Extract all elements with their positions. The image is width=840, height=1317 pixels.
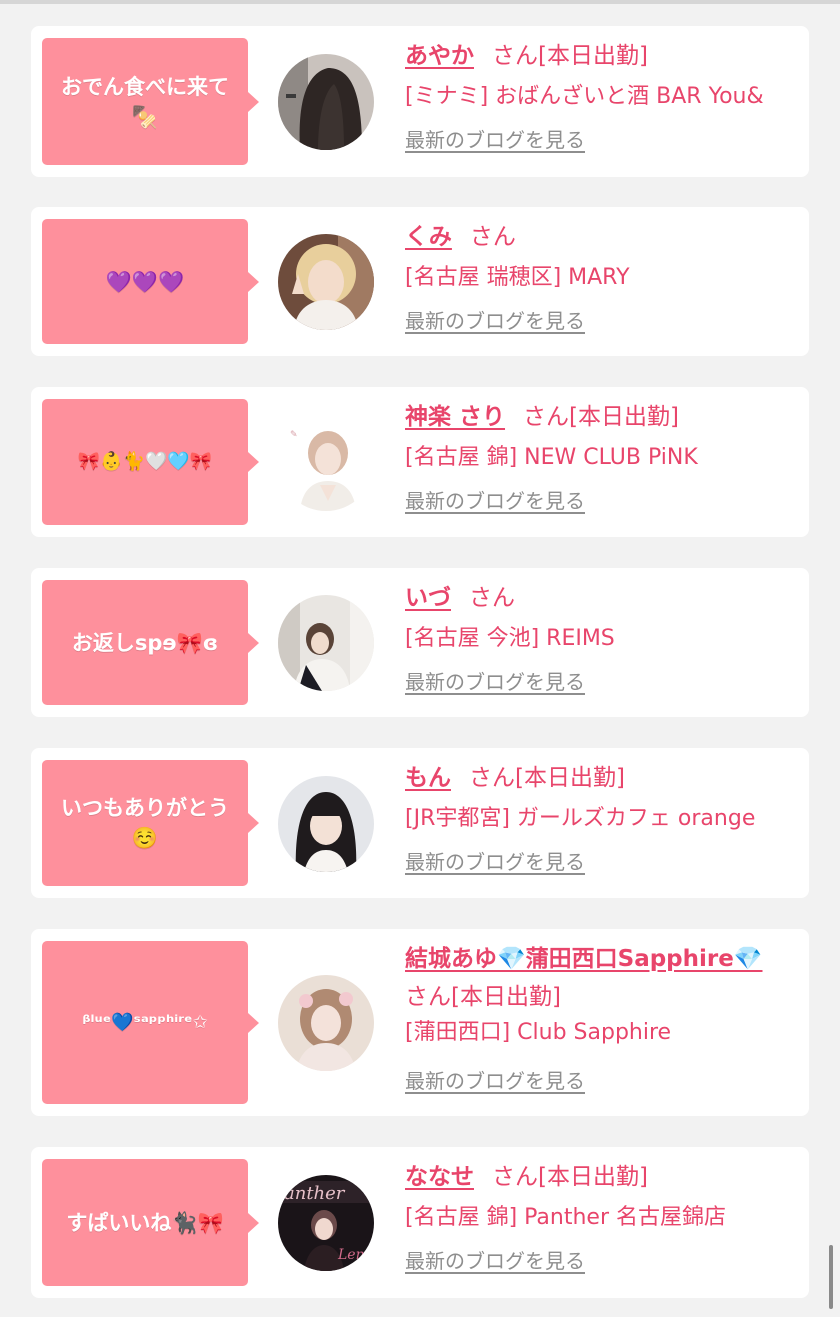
avatar[interactable]: ✎ — [278, 415, 374, 511]
honorific: さん — [405, 984, 451, 1010]
avatar[interactable] — [278, 54, 374, 150]
girl-name-link[interactable]: ななせ — [405, 1164, 474, 1190]
girl-card: 💜💜💜 くみ さん [名古屋 瑞穂区] MARY 最新のブログを見る — [31, 207, 809, 356]
honorific: さん — [492, 43, 538, 69]
avatar[interactable] — [278, 975, 374, 1071]
bubble-text: ᵝˡᵘᵉ💙ˢᵃᵖᵖʰⁱʳᵉ✩ — [82, 1011, 208, 1033]
honorific: さん — [492, 1164, 538, 1190]
top-divider — [0, 0, 840, 4]
latest-blog-link[interactable]: 最新のブログを見る — [405, 1067, 585, 1095]
shop-info: [名古屋 瑞穂区] MARY — [405, 265, 630, 290]
latest-blog-link[interactable]: 最新のブログを見る — [405, 307, 585, 335]
shop-info: [JR宇都宮] ガールズカフェ orange — [405, 806, 756, 831]
status-badge: [本日出勤] — [451, 984, 561, 1010]
girl-card: すぱいいね🐈‍⬛🎀 anther Lem ななせ さん[本日出勤] [名古屋 錦]… — [31, 1147, 809, 1298]
honorific: さん — [523, 404, 570, 430]
message-bubble: 🎀👶🐈🤍🩵🎀 — [42, 399, 259, 525]
scrollbar[interactable] — [829, 1245, 833, 1309]
message-bubble: すぱいいね🐈‍⬛🎀 — [42, 1159, 259, 1286]
bubble-text: すぱいいね🐈‍⬛🎀 — [66, 1210, 224, 1235]
bubble-text: 🎀👶🐈🤍🩵🎀 — [77, 451, 213, 472]
status-badge: [本日出勤] — [538, 1164, 648, 1190]
message-bubble: いつもありがとう ☺️ — [42, 760, 259, 886]
message-bubble: 💜💜💜 — [42, 219, 259, 344]
shop-info: [名古屋 錦] Panther 名古屋錦店 — [405, 1205, 726, 1230]
latest-blog-link[interactable]: 最新のブログを見る — [405, 668, 585, 696]
shop-info: [蒲田西口] Club Sapphire — [405, 1020, 672, 1045]
bubble-text: おでん食べに来て🍢 — [61, 74, 229, 129]
shop-info: [名古屋 今池] REIMS — [405, 626, 615, 651]
girl-name-link[interactable]: いづ — [405, 585, 451, 611]
honorific: さん — [469, 224, 516, 250]
girl-card: いつもありがとう ☺️ もん さん[本日出勤] [JR宇都宮] ガールズカフェ o… — [31, 748, 809, 898]
bubble-emoji: ☺️ — [131, 826, 159, 850]
girl-name-link[interactable]: 神楽 さり — [405, 404, 505, 430]
latest-blog-link[interactable]: 最新のブログを見る — [405, 126, 585, 154]
girl-name-link[interactable]: あやか — [405, 43, 474, 69]
avatar[interactable] — [278, 595, 374, 691]
avatar[interactable] — [278, 776, 374, 872]
status-badge: [本日出勤] — [538, 43, 648, 69]
svg-text:anther: anther — [284, 1183, 346, 1204]
girl-name-link[interactable]: もん — [405, 765, 451, 791]
girl-name-link[interactable]: 結城あゆ💎蒲田西口Sapphire💎 — [405, 946, 763, 972]
avatar[interactable]: anther Lem — [278, 1175, 374, 1271]
latest-blog-link[interactable]: 最新のブログを見る — [405, 1247, 585, 1275]
message-bubble: お返しspɘ🎀ɞ — [42, 580, 259, 705]
shop-info: [名古屋 錦] NEW CLUB PiNK — [405, 445, 698, 470]
svg-text:✎: ✎ — [290, 430, 298, 440]
latest-blog-link[interactable]: 最新のブログを見る — [405, 487, 585, 515]
avatar[interactable] — [278, 234, 374, 330]
girl-card: お返しspɘ🎀ɞ いづ さん [名古屋 今池] REIMS 最新のブログを見る — [31, 568, 809, 717]
status-badge: [本日出勤] — [569, 404, 679, 430]
honorific: さん — [469, 585, 515, 611]
shop-info: [ミナミ] おばんざいと酒 BAR You& — [405, 84, 764, 109]
girl-card: 🎀👶🐈🤍🩵🎀 ✎ 神楽 さり さん[本日出勤] [名古屋 錦] NEW CLUB … — [31, 387, 809, 537]
girl-card: おでん食べに来て🍢 あやか さん[本日出勤] [ミナミ] おばんざいと酒 BAR … — [31, 26, 809, 177]
bubble-text: いつもありがとう — [61, 796, 229, 820]
message-bubble: おでん食べに来て🍢 — [42, 38, 259, 165]
bubble-text: お返しspɘ🎀ɞ — [71, 630, 219, 655]
honorific: さん — [469, 765, 515, 791]
girl-card: ᵝˡᵘᵉ💙ˢᵃᵖᵖʰⁱʳᵉ✩ 結城あゆ💎蒲田西口Sapphire💎 さん[本日出… — [31, 929, 809, 1116]
message-bubble: ᵝˡᵘᵉ💙ˢᵃᵖᵖʰⁱʳᵉ✩ — [42, 941, 259, 1104]
latest-blog-link[interactable]: 最新のブログを見る — [405, 848, 585, 876]
status-badge: [本日出勤] — [515, 765, 625, 791]
svg-text:Lem: Lem — [337, 1247, 369, 1263]
girl-name-link[interactable]: くみ — [405, 224, 452, 250]
bubble-text: 💜💜💜 — [105, 269, 185, 294]
